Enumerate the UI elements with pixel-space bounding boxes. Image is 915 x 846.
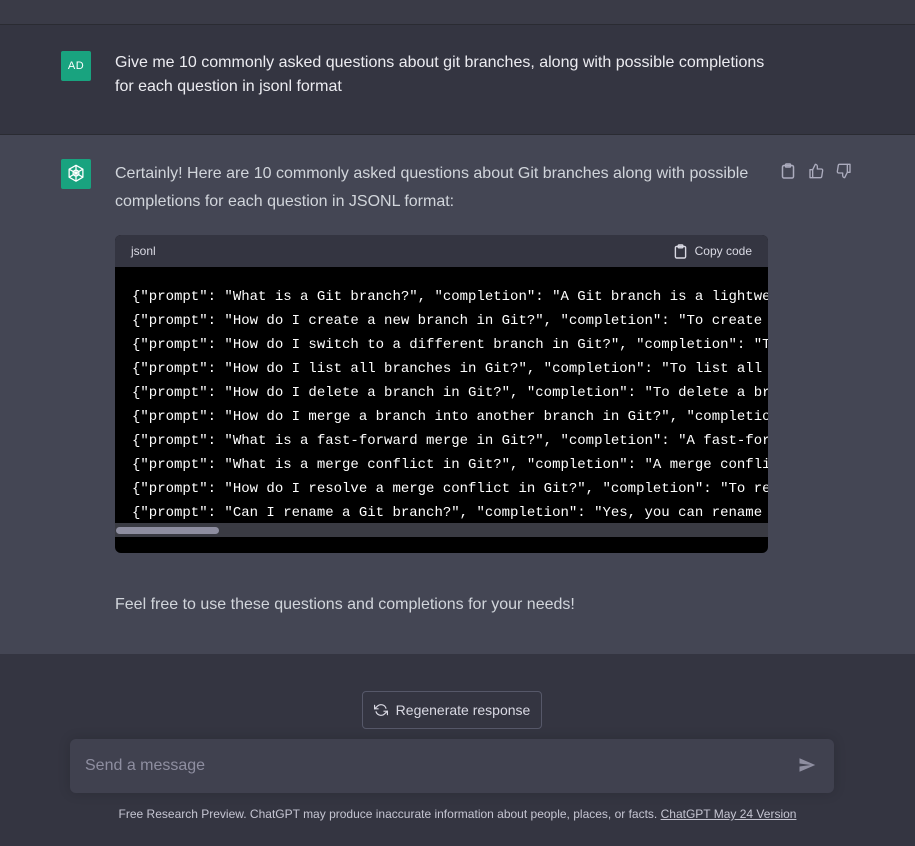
chatgpt-logo-icon — [61, 159, 91, 189]
code-content[interactable]: {"prompt": "What is a Git branch?", "com… — [115, 267, 768, 537]
refresh-icon — [373, 704, 388, 716]
code-block: jsonl Copy code {"prompt": "What is a Gi… — [115, 235, 768, 553]
clipboard-icon — [781, 163, 795, 179]
send-icon — [799, 758, 816, 772]
code-line: {"prompt": "How do I resolve a merge con… — [132, 481, 768, 497]
code-line: {"prompt": "What is a merge conflict in … — [132, 457, 768, 473]
copy-code-button[interactable]: Copy code — [674, 243, 752, 259]
thumbs-down-button[interactable] — [835, 161, 853, 181]
previous-message-strip — [0, 0, 915, 25]
code-line: {"prompt": "How do I delete a branch in … — [132, 385, 768, 401]
message-composer — [70, 739, 834, 793]
footer-text: Free Research Preview. ChatGPT may produ… — [118, 807, 661, 821]
code-language-label: jsonl — [131, 244, 156, 258]
assistant-message: Certainly! Here are 10 commonly asked qu… — [0, 135, 915, 654]
message-actions — [779, 161, 853, 181]
user-message-text: Give me 10 commonly asked questions abou… — [115, 54, 765, 95]
code-line: {"prompt": "Can I rename a Git branch?",… — [132, 505, 768, 521]
thumbs-up-button[interactable] — [807, 161, 825, 181]
message-input[interactable] — [70, 739, 780, 793]
user-message: AD Give me 10 commonly asked questions a… — [0, 25, 915, 135]
assistant-intro-text: Certainly! Here are 10 commonly asked qu… — [115, 165, 749, 210]
code-line: {"prompt": "What is a Git branch?", "com… — [132, 289, 768, 305]
footer-disclaimer: Free Research Preview. ChatGPT may produ… — [0, 807, 915, 821]
user-avatar: AD — [61, 51, 91, 81]
thumbs-up-icon — [809, 163, 824, 179]
regenerate-response-button[interactable]: Regenerate response — [362, 691, 542, 729]
version-link[interactable]: ChatGPT May 24 Version — [661, 807, 797, 821]
code-block-header: jsonl Copy code — [115, 235, 768, 267]
regenerate-label: Regenerate response — [395, 702, 531, 718]
code-line: {"prompt": "How do I switch to a differe… — [132, 337, 768, 353]
code-line: {"prompt": "How do I create a new branch… — [132, 313, 768, 329]
horizontal-scrollbar[interactable] — [115, 523, 768, 537]
copy-code-label: Copy code — [694, 244, 752, 258]
assistant-outro-text: Feel free to use these questions and com… — [115, 596, 575, 613]
thumbs-down-icon — [836, 163, 851, 179]
copy-message-button[interactable] — [779, 161, 797, 181]
code-line: {"prompt": "How do I list all branches i… — [132, 361, 768, 377]
clipboard-icon — [674, 243, 686, 259]
send-button[interactable] — [798, 756, 818, 776]
code-line: {"prompt": "How do I merge a branch into… — [132, 409, 768, 425]
code-line: {"prompt": "What is a fast-forward merge… — [132, 433, 768, 449]
scrollbar-thumb[interactable] — [116, 527, 219, 534]
